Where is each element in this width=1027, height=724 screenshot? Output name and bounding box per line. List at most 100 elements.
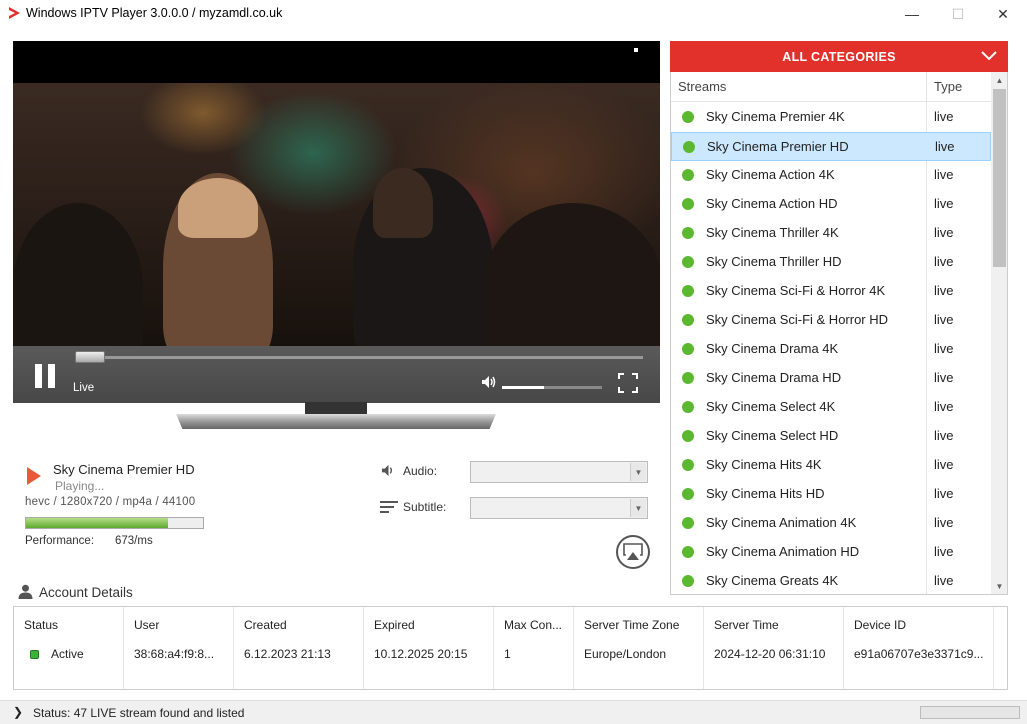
chevron-down-icon[interactable]: ▼ xyxy=(630,463,646,481)
account-column: Created 6.12.2023 21:13 xyxy=(234,607,364,689)
pause-button[interactable] xyxy=(35,364,57,388)
chevron-down-icon[interactable] xyxy=(980,48,998,64)
tv-base xyxy=(176,414,496,429)
scroll-up-icon[interactable]: ▲ xyxy=(991,72,1007,89)
stream-row[interactable]: Sky Cinema Action HD live xyxy=(671,190,991,219)
stream-list-scrollbar[interactable]: ▲ ▼ xyxy=(991,72,1007,594)
fullscreen-icon[interactable] xyxy=(618,373,638,393)
stream-row[interactable]: Sky Cinema Drama 4K live xyxy=(671,335,991,364)
volume-icon[interactable] xyxy=(481,374,497,390)
audio-select[interactable]: ▼ xyxy=(470,461,648,483)
live-status-icon xyxy=(682,401,694,413)
stream-row[interactable]: Sky Cinema Select 4K live xyxy=(671,393,991,422)
stream-name: Sky Cinema Animation HD xyxy=(706,544,860,559)
account-column-header[interactable]: Expired xyxy=(374,618,415,632)
stream-row[interactable]: Sky Cinema Premier HD live xyxy=(671,132,991,161)
stream-row[interactable]: Sky Cinema Animation HD live xyxy=(671,538,991,567)
stream-list: Streams Type Sky Cinema Premier 4K live Sk… xyxy=(670,72,1008,595)
stream-name: Sky Cinema Hits 4K xyxy=(706,457,822,472)
cast-button[interactable] xyxy=(616,535,650,569)
status-active-icon xyxy=(30,650,39,659)
stream-type: live xyxy=(934,457,954,472)
volume-slider[interactable] xyxy=(502,386,602,389)
column-header-type[interactable]: Type xyxy=(934,79,962,94)
stream-name: Sky Cinema Action HD xyxy=(706,196,838,211)
maximize-button[interactable]: ☐ xyxy=(935,0,981,28)
stream-type: live xyxy=(934,399,954,414)
scrollbar-thumb[interactable] xyxy=(993,89,1006,267)
video-figure-crowd xyxy=(483,203,660,346)
account-column-header[interactable]: Status xyxy=(24,618,58,632)
stream-row[interactable]: Sky Cinema Hits 4K live xyxy=(671,451,991,480)
live-status-icon xyxy=(682,488,694,500)
stream-type: live xyxy=(934,515,954,530)
seek-thumb[interactable] xyxy=(75,351,105,363)
app-play-icon xyxy=(9,7,20,19)
chevron-right-icon[interactable]: ❯ xyxy=(13,705,23,719)
stream-type: live xyxy=(934,428,954,443)
user-icon xyxy=(18,584,33,599)
account-column-value: e91a06707e3e3371c9... xyxy=(854,647,984,661)
stream-name: Sky Cinema Drama 4K xyxy=(706,341,839,356)
account-column-header[interactable]: User xyxy=(134,618,159,632)
account-column: User 38:68:a4:f9:8... xyxy=(124,607,234,689)
category-selector[interactable]: ALL CATEGORIES xyxy=(670,41,1008,72)
live-status-icon xyxy=(682,430,694,442)
video-indicator-dot xyxy=(634,48,638,52)
live-status-icon xyxy=(682,169,694,181)
account-column: Status Active xyxy=(14,607,124,689)
stream-row[interactable]: Sky Cinema Select HD live xyxy=(671,422,991,451)
video-player[interactable]: Live xyxy=(13,41,660,403)
account-column-header[interactable]: Server Time Zone xyxy=(584,618,679,632)
stream-row[interactable]: Sky Cinema Greats 4K live xyxy=(671,567,991,594)
audio-label: Audio: xyxy=(403,464,438,478)
subtitle-select[interactable]: ▼ xyxy=(470,497,648,519)
player-controls: Live xyxy=(13,346,660,403)
performance-value: 673/ms xyxy=(115,535,153,547)
video-figure-face xyxy=(178,178,258,238)
stream-row[interactable]: Sky Cinema Sci-Fi & Horror 4K live xyxy=(671,277,991,306)
account-column-header[interactable]: Server Time xyxy=(714,618,779,632)
stream-row[interactable]: Sky Cinema Thriller HD live xyxy=(671,248,991,277)
live-status-icon xyxy=(682,314,694,326)
stream-name: Sky Cinema Sci-Fi & Horror 4K xyxy=(706,283,886,298)
video-letterbox xyxy=(13,41,660,83)
minimize-button[interactable]: — xyxy=(889,0,935,28)
stream-row[interactable]: Sky Cinema Thriller 4K live xyxy=(671,219,991,248)
live-status-icon xyxy=(682,575,694,587)
live-status-icon xyxy=(682,198,694,210)
chevron-down-icon[interactable]: ▼ xyxy=(630,499,646,517)
stream-row[interactable]: Sky Cinema Animation 4K live xyxy=(671,509,991,538)
account-column-value: Europe/London xyxy=(584,647,667,661)
account-column-value: Active xyxy=(51,647,84,661)
stream-name: Sky Cinema Drama HD xyxy=(706,370,842,385)
scroll-down-icon[interactable]: ▼ xyxy=(991,578,1007,594)
account-column: Server Time Zone Europe/London xyxy=(574,607,704,689)
stream-name: Sky Cinema Action 4K xyxy=(706,167,835,182)
buffer-fill xyxy=(26,518,168,528)
stream-row[interactable]: Sky Cinema Drama HD live xyxy=(671,364,991,393)
close-button[interactable]: ✕ xyxy=(980,0,1026,28)
live-status-icon xyxy=(682,285,694,297)
seek-bar[interactable] xyxy=(75,356,643,359)
tv-stand xyxy=(305,402,367,415)
live-status-icon xyxy=(682,459,694,471)
stream-row[interactable]: Sky Cinema Premier 4K live xyxy=(671,103,991,132)
live-status-icon xyxy=(682,517,694,529)
column-header-streams[interactable]: Streams xyxy=(678,79,726,94)
account-column-value: 38:68:a4:f9:8... xyxy=(134,647,215,661)
stream-row[interactable]: Sky Cinema Hits HD live xyxy=(671,480,991,509)
account-column-value: 2024-12-20 06:31:10 xyxy=(714,647,826,661)
stream-row[interactable]: Sky Cinema Sci-Fi & Horror HD live xyxy=(671,306,991,335)
account-column-header[interactable]: Created xyxy=(244,618,287,632)
account-column: Max Con... 1 xyxy=(494,607,574,689)
account-column: Server Time 2024-12-20 06:31:10 xyxy=(704,607,844,689)
video-figure-man-face xyxy=(373,168,433,238)
stream-row[interactable]: Sky Cinema Action 4K live xyxy=(671,161,991,190)
stream-type: live xyxy=(934,283,954,298)
account-column-header[interactable]: Device ID xyxy=(854,618,906,632)
column-divider[interactable] xyxy=(926,72,927,102)
live-status-icon xyxy=(682,546,694,558)
account-column-header[interactable]: Max Con... xyxy=(504,618,562,632)
stream-name: Sky Cinema Hits HD xyxy=(706,486,825,501)
